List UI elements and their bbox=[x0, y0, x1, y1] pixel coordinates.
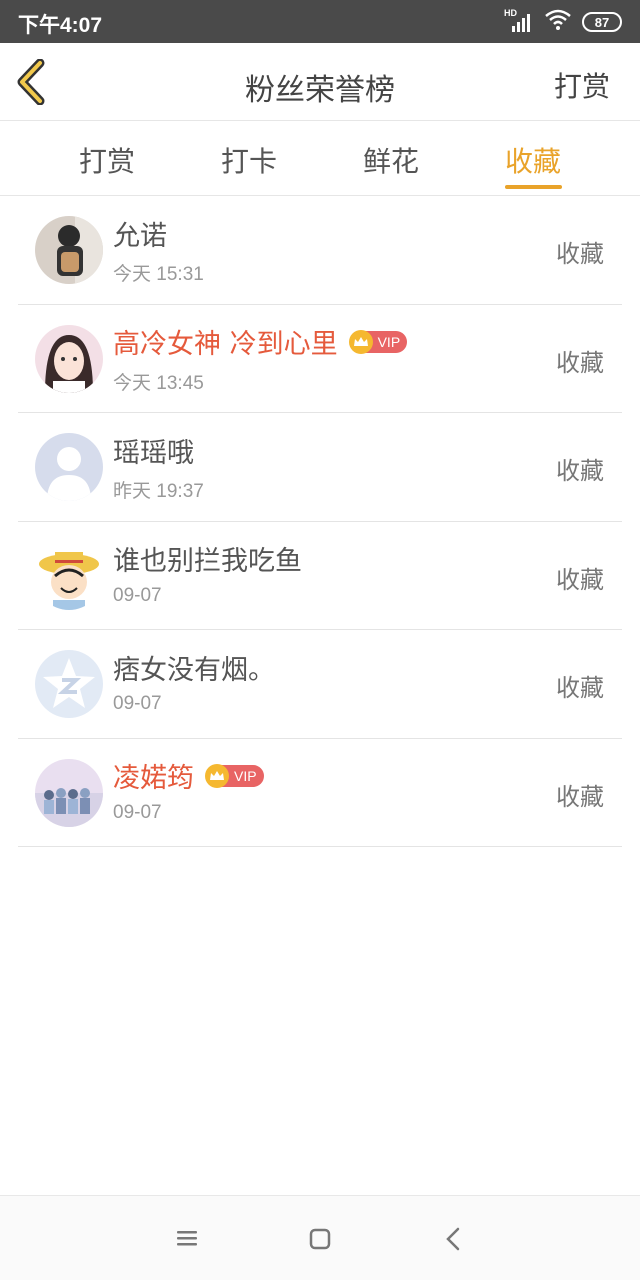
tab-favorites[interactable]: 收藏 bbox=[505, 140, 561, 180]
list-item[interactable]: 允诺 今天 15:31 收藏 bbox=[18, 196, 622, 305]
fan-name: 高冷女神 冷到心里 bbox=[113, 329, 338, 360]
fan-time: 09-07 bbox=[113, 584, 162, 606]
fan-name: 瑶瑶哦 bbox=[113, 437, 194, 469]
system-nav-bar bbox=[0, 1195, 640, 1280]
battery-indicator: 87 bbox=[582, 12, 622, 32]
list-item[interactable]: 谁也别拦我吃鱼 09-07 收藏 bbox=[18, 522, 622, 630]
list-item[interactable]: 凌婼筠 VIP 09-07 收藏 bbox=[18, 739, 622, 847]
home-icon[interactable] bbox=[304, 1224, 336, 1254]
action-label: 收藏 bbox=[556, 782, 604, 811]
fan-time: 09-07 bbox=[113, 693, 162, 714]
list-item[interactable]: 痞女没有烟。 09-07 收藏 bbox=[18, 630, 622, 739]
active-tab-indicator bbox=[505, 185, 562, 189]
action-label: 收藏 bbox=[556, 674, 604, 702]
avatar bbox=[35, 324, 103, 393]
reward-button[interactable]: 打赏 bbox=[554, 65, 610, 105]
fan-time: 09-07 bbox=[113, 801, 162, 823]
action-label: 收藏 bbox=[556, 240, 604, 268]
list-item[interactable]: 瑶瑶哦 昨天 19:37 收藏 bbox=[18, 413, 622, 522]
vip-badge: VIP bbox=[348, 329, 408, 354]
avatar bbox=[35, 758, 103, 827]
status-icons: HD 87 bbox=[504, 8, 622, 36]
fan-name: 痞女没有烟。 bbox=[113, 654, 275, 686]
action-label: 收藏 bbox=[556, 565, 604, 594]
avatar bbox=[35, 541, 103, 610]
fan-name: 凌婼筠 bbox=[113, 763, 194, 794]
header: 粉丝荣誉榜 打赏 bbox=[0, 43, 640, 121]
fan-time: 今天 15:31 bbox=[113, 264, 204, 285]
fan-name: 谁也别拦我吃鱼 bbox=[113, 546, 302, 577]
list-item[interactable]: 高冷女神 冷到心里 VIP 今天 13:45 收藏 bbox=[18, 305, 622, 413]
crown-icon bbox=[348, 329, 373, 354]
vip-badge: VIP bbox=[205, 763, 264, 788]
action-label: 收藏 bbox=[556, 348, 604, 377]
signal-icon: HD bbox=[504, 8, 534, 34]
vip-label: VIP bbox=[377, 333, 401, 350]
tab-flowers[interactable]: 鲜花 bbox=[363, 140, 419, 180]
avatar bbox=[35, 433, 103, 501]
vip-label: VIP bbox=[234, 767, 257, 784]
crown-icon bbox=[205, 763, 229, 788]
avatar bbox=[35, 650, 103, 718]
fan-name: 允诺 bbox=[113, 220, 167, 252]
wifi-icon bbox=[544, 9, 572, 35]
fan-list: 允诺 今天 15:31 收藏 高冷女神 冷到心里 VIP 今天 13:45 收藏… bbox=[18, 196, 622, 847]
fan-time: 今天 13:45 bbox=[113, 372, 204, 394]
page-title: 粉丝荣誉榜 bbox=[245, 73, 395, 108]
action-label: 收藏 bbox=[556, 457, 604, 485]
avatar bbox=[35, 216, 103, 284]
status-time: 下午4:07 bbox=[18, 14, 103, 37]
tab-checkin[interactable]: 打卡 bbox=[221, 140, 277, 180]
back-icon[interactable] bbox=[438, 1224, 470, 1254]
tab-bar: 打赏 打卡 鲜花 收藏 bbox=[0, 121, 640, 196]
tab-reward[interactable]: 打赏 bbox=[79, 140, 135, 180]
status-bar: 下午4:07 HD 87 bbox=[0, 0, 640, 43]
menu-icon[interactable] bbox=[171, 1224, 203, 1254]
fan-time: 昨天 19:37 bbox=[113, 481, 204, 502]
